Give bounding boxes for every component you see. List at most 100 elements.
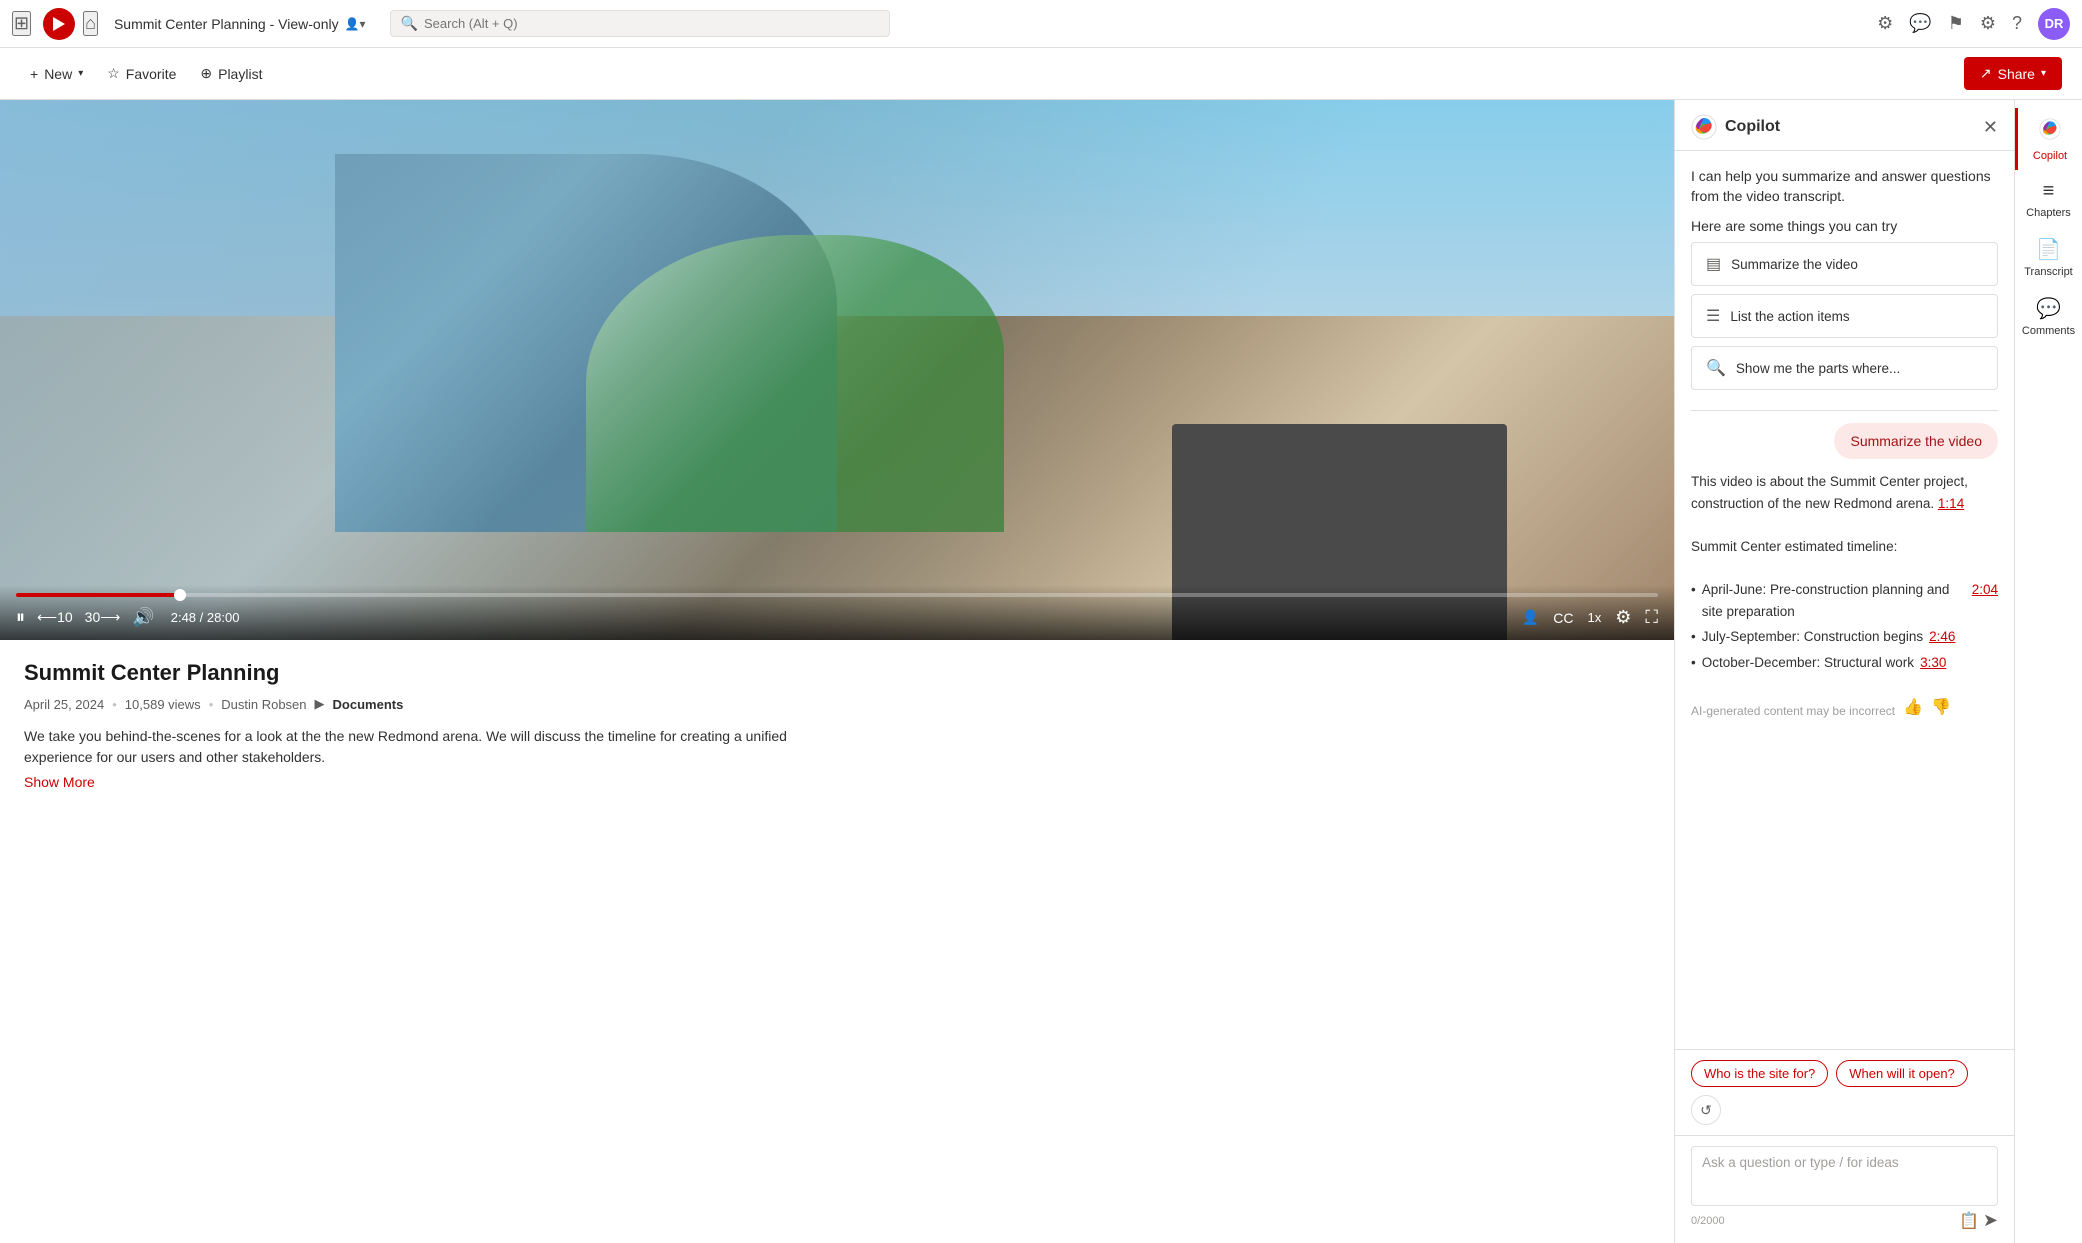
top-nav: ⊞ ⌂ Summit Center Planning - View-only 👤… [0,0,2082,48]
suggestion-summarize-button[interactable]: ▤ Summarize the video [1691,242,1998,286]
suggestion-action-label: List the action items [1730,309,1849,324]
video-description: We take you behind-the-scenes for a look… [24,726,824,768]
bullet-3-link[interactable]: 3:30 [1920,652,1946,674]
grid-icon[interactable]: ⊞ [12,11,31,36]
suggestion-search-parts-button[interactable]: 🔍 Show me the parts where... [1691,346,1998,390]
user-message-bubble: Summarize the video [1834,423,1998,459]
icon-rail: Copilot ≡ Chapters 📄 Transcript 💬 Commen… [2014,100,2082,1243]
time-display: 2:48 / 28:00 [171,610,240,625]
input-placeholder: Ask a question or type / for ideas [1702,1155,1899,1170]
nav-title-area: Summit Center Planning - View-only 👤▾ [106,16,374,32]
home-icon[interactable]: ⌂ [83,11,98,36]
rail-copilot-button[interactable]: Copilot [2015,108,2082,170]
ai-intro-link[interactable]: 1:14 [1938,496,1964,511]
plus-icon: + [30,66,38,82]
user-message-container: Summarize the video [1691,423,1998,459]
suggestion-action-items-button[interactable]: ☰ List the action items [1691,294,1998,338]
thumbs-up-button[interactable]: 👍 [1903,697,1923,717]
quality-button[interactable]: ⚙ [1615,607,1631,628]
ai-feedback: AI-generated content may be incorrect 👍 … [1691,696,1998,718]
clipboard-icon-button[interactable]: 📋 [1959,1211,1979,1231]
char-count: 0/2000 [1691,1215,1959,1227]
mute-button[interactable]: 🔊 [132,607,154,628]
quick-chips-area: Who is the site for? When will it open? … [1675,1049,2014,1135]
bullet-2-link[interactable]: 2:46 [1929,626,1955,648]
share-button[interactable]: ↗ Share ▾ [1964,57,2062,90]
comments-nav-icon[interactable]: 💬 [1909,13,1931,34]
suggestion-search-label: Show me the parts where... [1736,361,1900,376]
ai-bullet-1: April-June: Pre-construction planning an… [1691,579,1998,622]
search-parts-icon: 🔍 [1706,358,1726,378]
search-input[interactable] [424,16,879,31]
subtitles-button[interactable]: CC [1553,610,1573,626]
refresh-chips-button[interactable]: ↺ [1691,1095,1721,1125]
share-label: Share [1998,66,2035,82]
chip-when-open[interactable]: When will it open? [1836,1060,1968,1087]
suggestions-title: Here are some things you can try [1691,218,1998,234]
progress-bar[interactable] [16,593,1658,597]
ai-disclaimer: AI-generated content may be incorrect [1691,704,1895,718]
copilot-close-button[interactable]: ✕ [1983,117,1998,138]
favorite-button[interactable]: ☆ Favorite [97,59,186,88]
copilot-input-box[interactable]: Ask a question or type / for ideas [1691,1146,1998,1206]
gear-icon[interactable]: ⚙ [1980,13,1996,34]
copilot-intro: I can help you summarize and answer ques… [1691,167,1998,206]
rail-chapters-label: Chapters [2026,207,2071,219]
video-info: Summit Center Planning April 25, 2024 • … [0,640,1674,810]
play-brand-button[interactable] [43,8,75,40]
bullet-1-text: April-June: Pre-construction planning an… [1702,579,1966,622]
playlist-label: Playlist [218,66,262,82]
settings-icon[interactable]: ⚙ [1877,13,1893,34]
rail-chapters-button[interactable]: ≡ Chapters [2015,170,2082,227]
help-icon[interactable]: ? [2012,13,2022,34]
current-time: 2:48 [171,610,196,625]
ai-intro-text: This video is about the Summit Center pr… [1691,474,1968,511]
ai-timeline-title: Summit Center estimated timeline: [1691,536,1998,558]
rail-comments-button[interactable]: 💬 Comments [2015,286,2082,345]
meta-sep1: • [112,697,117,712]
search-box[interactable]: 🔍 [390,10,890,37]
new-chevron-icon: ▾ [78,68,83,79]
meta-arrow: ▶ [315,696,325,712]
chip-site-for[interactable]: Who is the site for? [1691,1060,1828,1087]
video-player: ⏸ ⟵10 30⟶ 🔊 2:48 / 28:00 👤 CC 1x ⚙ [0,100,1674,640]
fullscreen-button[interactable]: ⛶ [1645,607,1658,628]
rail-transcript-button[interactable]: 📄 Transcript [2015,227,2082,286]
video-author: Dustin Robsen [221,697,306,712]
flag-icon[interactable]: ⚑ [1948,13,1964,34]
playlist-icon: ⊕ [200,65,212,82]
video-meta: April 25, 2024 • 10,589 views • Dustin R… [24,696,1650,712]
video-location[interactable]: Documents [333,697,404,712]
rail-comments-label: Comments [2022,325,2075,337]
transcript-icon: 📄 [2036,237,2061,262]
rail-copilot-label: Copilot [2033,150,2067,162]
thumbs-down-button[interactable]: 👎 [1931,697,1951,717]
share-icon: ↗ [1980,65,1992,82]
skip-back-button[interactable]: ⟵10 [37,609,73,626]
avatar[interactable]: DR [2038,8,2070,40]
nav-share-icon: 👤▾ [345,17,366,31]
copilot-suggestions: Here are some things you can try ▤ Summa… [1691,218,1998,398]
controls-row: ⏸ ⟵10 30⟶ 🔊 2:48 / 28:00 👤 CC 1x ⚙ [16,607,1658,628]
captions-button[interactable]: 👤 [1522,609,1539,626]
toolbar: + New ▾ ☆ Favorite ⊕ Playlist ↗ Share ▾ [0,48,2082,100]
video-desc-text: We take you behind-the-scenes for a look… [24,728,787,765]
speed-button[interactable]: 1x [1588,610,1602,625]
copilot-body: I can help you summarize and answer ques… [1675,151,2014,1049]
video-views: 10,589 views [125,697,201,712]
copilot-sidebar: Copilot ✕ I can help you summarize and a… [1674,100,2014,1243]
playlist-button[interactable]: ⊕ Playlist [190,59,272,88]
pause-button[interactable]: ⏸ [16,607,25,628]
send-button[interactable]: ➤ [1983,1210,1998,1231]
nav-title: Summit Center Planning - View-only [114,16,339,32]
skip-forward-button[interactable]: 30⟶ [85,609,121,626]
summarize-icon: ▤ [1706,254,1721,274]
video-title: Summit Center Planning [24,660,1650,686]
new-button[interactable]: + New ▾ [20,60,93,88]
ai-bullet-2: July-September: Construction begins 2:46 [1691,626,1998,648]
video-thumbnail [0,100,1674,640]
bullet-1-link[interactable]: 2:04 [1972,579,1998,601]
copilot-logo-icon [1691,114,1717,140]
show-more-button[interactable]: Show More [24,774,1650,790]
comments-icon: 💬 [2036,296,2061,321]
